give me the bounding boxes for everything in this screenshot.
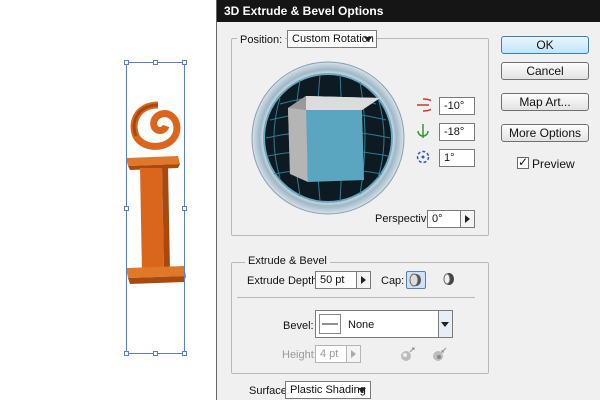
- bevel-value: None: [348, 319, 375, 331]
- extrude-bevel-section-label: Extrude & Bevel: [245, 255, 330, 267]
- height-slider-toggle[interactable]: [346, 346, 360, 362]
- bevel-dropdown[interactable]: None: [315, 310, 453, 338]
- extrude-divider: [237, 297, 475, 298]
- handle-top-right[interactable]: [182, 60, 187, 65]
- y-rotation-icon: [417, 124, 429, 138]
- handle-bottom-left[interactable]: [124, 351, 129, 356]
- chevron-down-icon: [441, 322, 449, 327]
- x-rotation-field[interactable]: -10°: [439, 97, 475, 115]
- handle-middle-left[interactable]: [124, 206, 129, 211]
- z-rotation-icon: [416, 150, 430, 164]
- ok-button[interactable]: OK: [501, 36, 589, 54]
- position-preset-value: Custom Rotation: [292, 33, 374, 45]
- position-preset-dropdown[interactable]: Custom Rotation: [287, 30, 377, 48]
- extrude-depth-value: 50 pt: [320, 274, 345, 286]
- x-rotation-icon: [417, 98, 431, 112]
- perspective-value: 0°: [432, 213, 443, 225]
- cap-label: Cap:: [381, 275, 405, 287]
- height-value: 4 pt: [320, 348, 339, 360]
- x-rotation-value: -10°: [444, 100, 465, 112]
- surface-dropdown[interactable]: Plastic Shading: [285, 381, 371, 399]
- height-field[interactable]: 4 pt: [315, 345, 361, 363]
- artboard: [0, 0, 215, 400]
- position-label: Position:: [237, 34, 286, 46]
- preview-label: Preview: [532, 157, 575, 171]
- more-options-button[interactable]: More Options: [501, 124, 589, 142]
- chevron-down-icon: [358, 388, 366, 393]
- preview-checkbox[interactable]: ✓: [517, 155, 529, 169]
- bevel-preview-icon: [319, 314, 341, 334]
- cancel-button[interactable]: Cancel: [501, 62, 589, 80]
- surface-value: Plastic Shading: [290, 384, 366, 396]
- handle-top-left[interactable]: [124, 60, 129, 65]
- perspective-field[interactable]: 0°: [427, 210, 475, 228]
- handle-middle-right[interactable]: [182, 206, 187, 211]
- cap-off-button[interactable]: [439, 271, 459, 289]
- cap-on-icon: [409, 273, 421, 287]
- dialog-title: 3D Extrude & Bevel Options: [224, 4, 384, 18]
- cap-on-button[interactable]: [406, 271, 426, 289]
- handle-top-center[interactable]: [153, 60, 158, 65]
- bevel-in-icon[interactable]: [431, 345, 449, 363]
- handle-bottom-right[interactable]: [182, 351, 187, 356]
- track-cube[interactable]: [250, 60, 406, 216]
- perspective-slider-toggle[interactable]: [460, 211, 474, 227]
- surface-label: Surface:: [249, 385, 290, 397]
- handle-bottom-center[interactable]: [153, 351, 158, 356]
- map-art-button[interactable]: Map Art...: [501, 93, 589, 111]
- extrude-depth-slider-toggle[interactable]: [356, 272, 370, 288]
- extrude-bevel-dialog: 3D Extrude & Bevel Options Position: Cus…: [216, 0, 600, 400]
- z-rotation-value: 1°: [444, 152, 455, 164]
- checkmark-icon: ✓: [518, 155, 529, 169]
- chevron-down-icon: [364, 37, 372, 42]
- bevel-label: Bevel:: [283, 320, 314, 332]
- extrude-depth-field[interactable]: 50 pt: [315, 271, 371, 289]
- screen: 3D Extrude & Bevel Options Position: Cus…: [0, 0, 600, 400]
- bevel-out-icon[interactable]: [399, 345, 417, 363]
- selection-bounding-box: [126, 62, 185, 354]
- height-label: Height:: [282, 349, 317, 361]
- y-rotation-value: -18°: [444, 126, 465, 138]
- extrude-depth-label: Extrude Depth:: [247, 275, 321, 287]
- y-rotation-field[interactable]: -18°: [439, 123, 475, 141]
- cap-off-icon: [443, 273, 454, 285]
- dialog-titlebar[interactable]: 3D Extrude & Bevel Options: [217, 0, 600, 22]
- z-rotation-field[interactable]: 1°: [439, 149, 475, 167]
- bevel-dropdown-toggle[interactable]: [438, 311, 452, 337]
